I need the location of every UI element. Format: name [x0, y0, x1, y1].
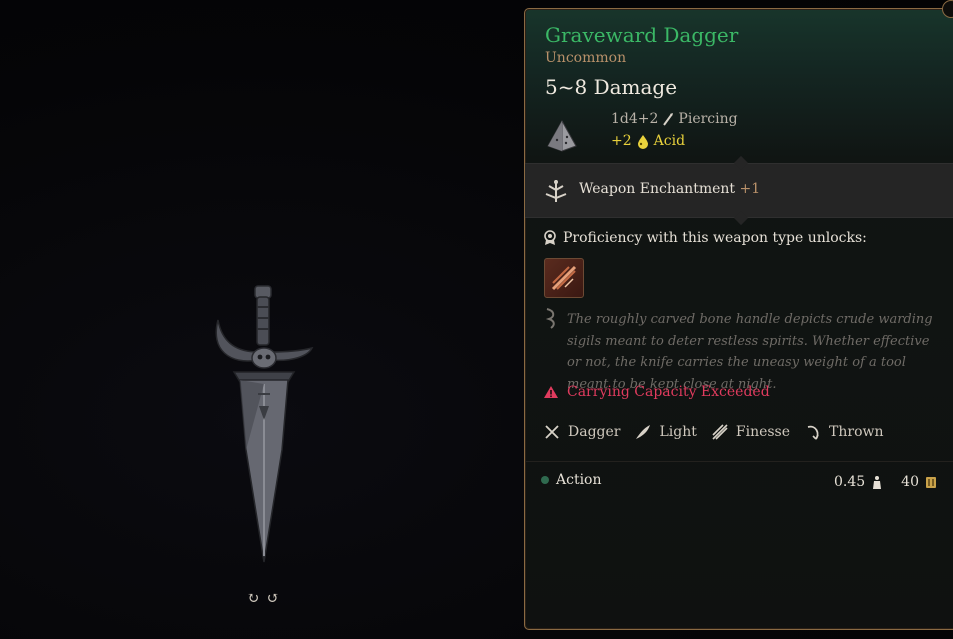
enchantment-label: Weapon Enchantment +1 — [579, 181, 760, 197]
feather-icon — [636, 425, 651, 439]
action-dot-icon — [541, 476, 549, 484]
lore-quill-icon — [545, 308, 555, 329]
dagger-preview-image[interactable] — [200, 280, 330, 570]
base-damage-line: 1d4+2 Piercing — [611, 111, 738, 127]
acid-icon — [637, 134, 648, 149]
rotate-controls: ↻ ↺ — [246, 589, 280, 607]
capacity-warning: Carrying Capacity Exceeded — [543, 384, 770, 400]
gold-coin-icon — [926, 476, 936, 488]
proficiency-line: Proficiency with this weapon type unlock… — [543, 230, 867, 246]
bonus-damage-line: +2 Acid — [611, 133, 685, 149]
gold-value: 40 — [901, 474, 919, 490]
throw-arc-icon — [807, 425, 819, 440]
weapon-traits: Dagger Light Finesse Thrown — [543, 423, 884, 441]
proficiency-icon — [544, 230, 556, 245]
trait-label: Thrown — [829, 424, 884, 440]
slash-attack-icon — [551, 265, 577, 291]
warning-icon — [544, 386, 558, 398]
item-description: The roughly carved bone handle depicts c… — [567, 312, 933, 392]
damage-dice: 1d4+2 — [611, 111, 659, 127]
item-rarity: Uncommon — [545, 50, 627, 66]
trait-label: Finesse — [735, 424, 791, 440]
piercing-icon — [663, 113, 674, 126]
bonus-amount: +2 — [611, 133, 632, 149]
enchantment-name: Weapon Enchantment — [579, 181, 736, 197]
item-stats: 0.45 40 — [834, 474, 937, 490]
proficiency-action-icon[interactable] — [544, 258, 584, 298]
item-inspect-screen: ↻ ↺ Graveward Dagger Uncommon 5~8 Damage… — [0, 0, 953, 639]
rotate-right-icon[interactable]: ↺ — [266, 589, 280, 607]
weight-value: 0.45 — [834, 474, 866, 490]
enchantment-icon — [545, 180, 567, 202]
crossed-daggers-icon — [545, 425, 559, 439]
trait-dagger[interactable]: Dagger — [543, 423, 620, 441]
trait-light[interactable]: Light — [634, 423, 697, 441]
weapon-dice-icon — [547, 119, 577, 152]
band-notch-top — [733, 155, 749, 171]
damage-type: Piercing — [678, 111, 738, 127]
weight-icon — [873, 475, 882, 489]
footer-divider — [525, 461, 953, 462]
dagger-icon — [215, 285, 314, 563]
bonus-type: Acid — [653, 133, 686, 149]
trait-label: Dagger — [568, 424, 621, 440]
trait-finesse[interactable]: Finesse — [711, 423, 790, 441]
slash-icon — [712, 424, 728, 440]
item-tooltip-panel: Graveward Dagger Uncommon 5~8 Damage 1d4… — [524, 8, 953, 630]
proficiency-text: Proficiency with this weapon type unlock… — [563, 230, 867, 246]
trait-label: Light — [659, 424, 697, 440]
action-cost: Action — [541, 472, 602, 488]
band-notch-bottom — [733, 210, 749, 226]
enchantment-row[interactable]: Weapon Enchantment +1 — [525, 155, 953, 226]
warning-text: Carrying Capacity Exceeded — [567, 384, 770, 400]
item-name: Graveward Dagger — [545, 23, 739, 47]
damage-range: 5~8 Damage — [545, 75, 678, 99]
rotate-left-icon[interactable]: ↻ — [246, 589, 260, 607]
corner-ornament — [942, 0, 953, 18]
action-label: Action — [556, 472, 602, 488]
enchantment-value: +1 — [739, 181, 761, 197]
trait-thrown[interactable]: Thrown — [804, 423, 884, 441]
